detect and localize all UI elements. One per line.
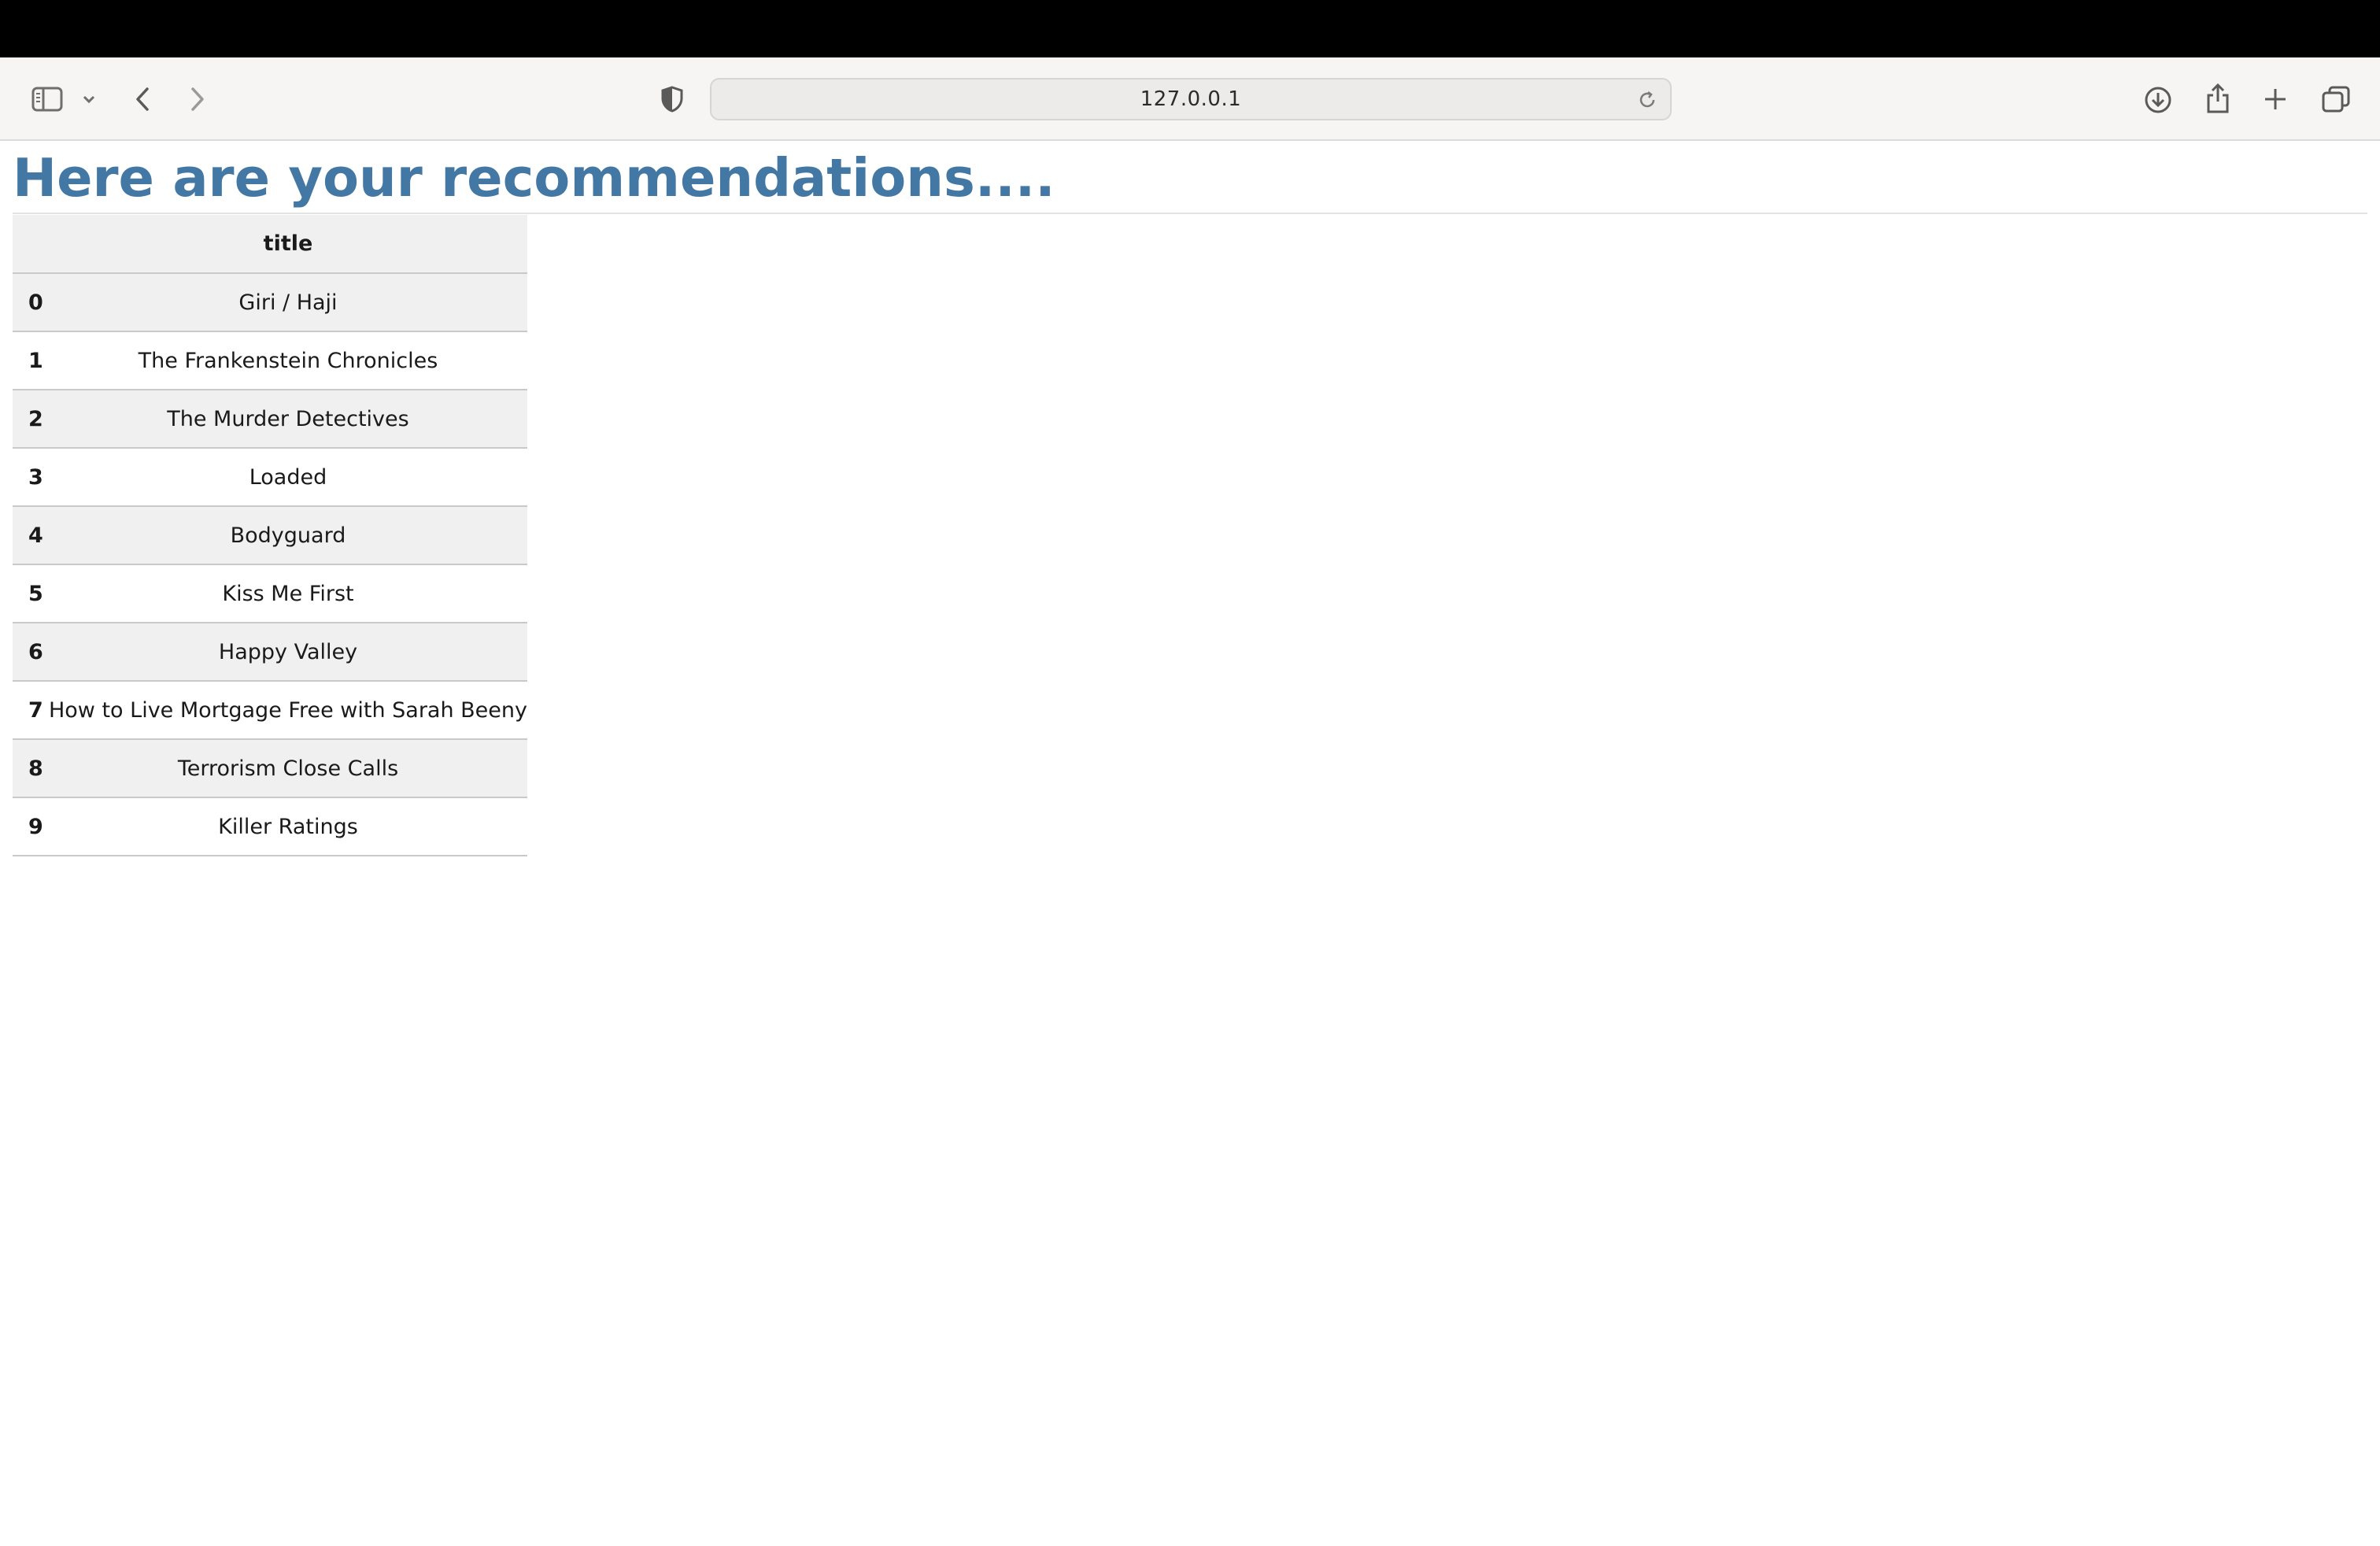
tabs-overview-icon[interactable]: [2320, 84, 2352, 114]
row-index: 7: [13, 681, 49, 740]
back-icon[interactable]: [131, 86, 154, 113]
row-index: 3: [13, 448, 49, 507]
row-index: 5: [13, 564, 49, 623]
table-row: 2 The Murder Detectives: [13, 390, 527, 449]
row-title: Kiss Me First: [48, 564, 527, 623]
menu-bar: [0, 0, 2380, 57]
table-header-row: title: [13, 215, 527, 274]
url-text: 127.0.0.1: [1140, 87, 1242, 111]
row-index: 2: [13, 390, 49, 449]
row-index: 9: [13, 797, 49, 856]
table-row: 8 Terrorism Close Calls: [13, 739, 527, 798]
table-row: 6 Happy Valley: [13, 623, 527, 682]
row-title: The Murder Detectives: [48, 390, 527, 449]
forward-icon[interactable]: [186, 86, 209, 113]
row-index: 1: [13, 331, 49, 390]
table-row: 7 How to Live Mortgage Free with Sarah B…: [13, 681, 527, 740]
row-title: Killer Ratings: [48, 797, 527, 856]
browser-toolbar: 127.0.0.1: [0, 57, 2380, 141]
download-icon[interactable]: [2142, 84, 2174, 116]
page-content: Here are your recommendations.... title …: [0, 142, 2380, 1546]
page-title: Here are your recommendations....: [13, 147, 1055, 209]
recommendations-table: title 0 Giri / Haji 1 The Frankenstein C…: [13, 215, 527, 856]
reload-icon[interactable]: [1635, 88, 1659, 112]
address-bar[interactable]: 127.0.0.1: [710, 78, 1672, 120]
row-title: The Frankenstein Chronicles: [48, 331, 527, 390]
row-title: Bodyguard: [48, 506, 527, 565]
table-row: 0 Giri / Haji: [13, 273, 527, 332]
sidebar-icon[interactable]: [30, 84, 65, 114]
row-index: 4: [13, 506, 49, 565]
row-index: 0: [13, 273, 49, 332]
chevron-down-icon[interactable]: [80, 91, 98, 108]
row-title: Happy Valley: [48, 623, 527, 682]
table-row: 3 Loaded: [13, 448, 527, 507]
plus-icon[interactable]: [2260, 84, 2290, 114]
shield-icon[interactable]: [658, 85, 686, 113]
row-index: 6: [13, 623, 49, 682]
table-row: 9 Killer Ratings: [13, 797, 527, 856]
row-title: Terrorism Close Calls: [48, 739, 527, 798]
title-column-header: title: [48, 215, 527, 274]
row-title: Loaded: [48, 448, 527, 507]
table-row: 4 Bodyguard: [13, 506, 527, 565]
table-row: 1 The Frankenstein Chronicles: [13, 331, 527, 390]
row-title: How to Live Mortgage Free with Sarah Bee…: [48, 681, 527, 740]
row-index: 8: [13, 739, 49, 798]
index-header: [13, 215, 49, 274]
share-icon[interactable]: [2202, 81, 2234, 116]
table-row: 5 Kiss Me First: [13, 564, 527, 623]
heading-divider: [13, 213, 2367, 214]
row-title: Giri / Haji: [48, 273, 527, 332]
